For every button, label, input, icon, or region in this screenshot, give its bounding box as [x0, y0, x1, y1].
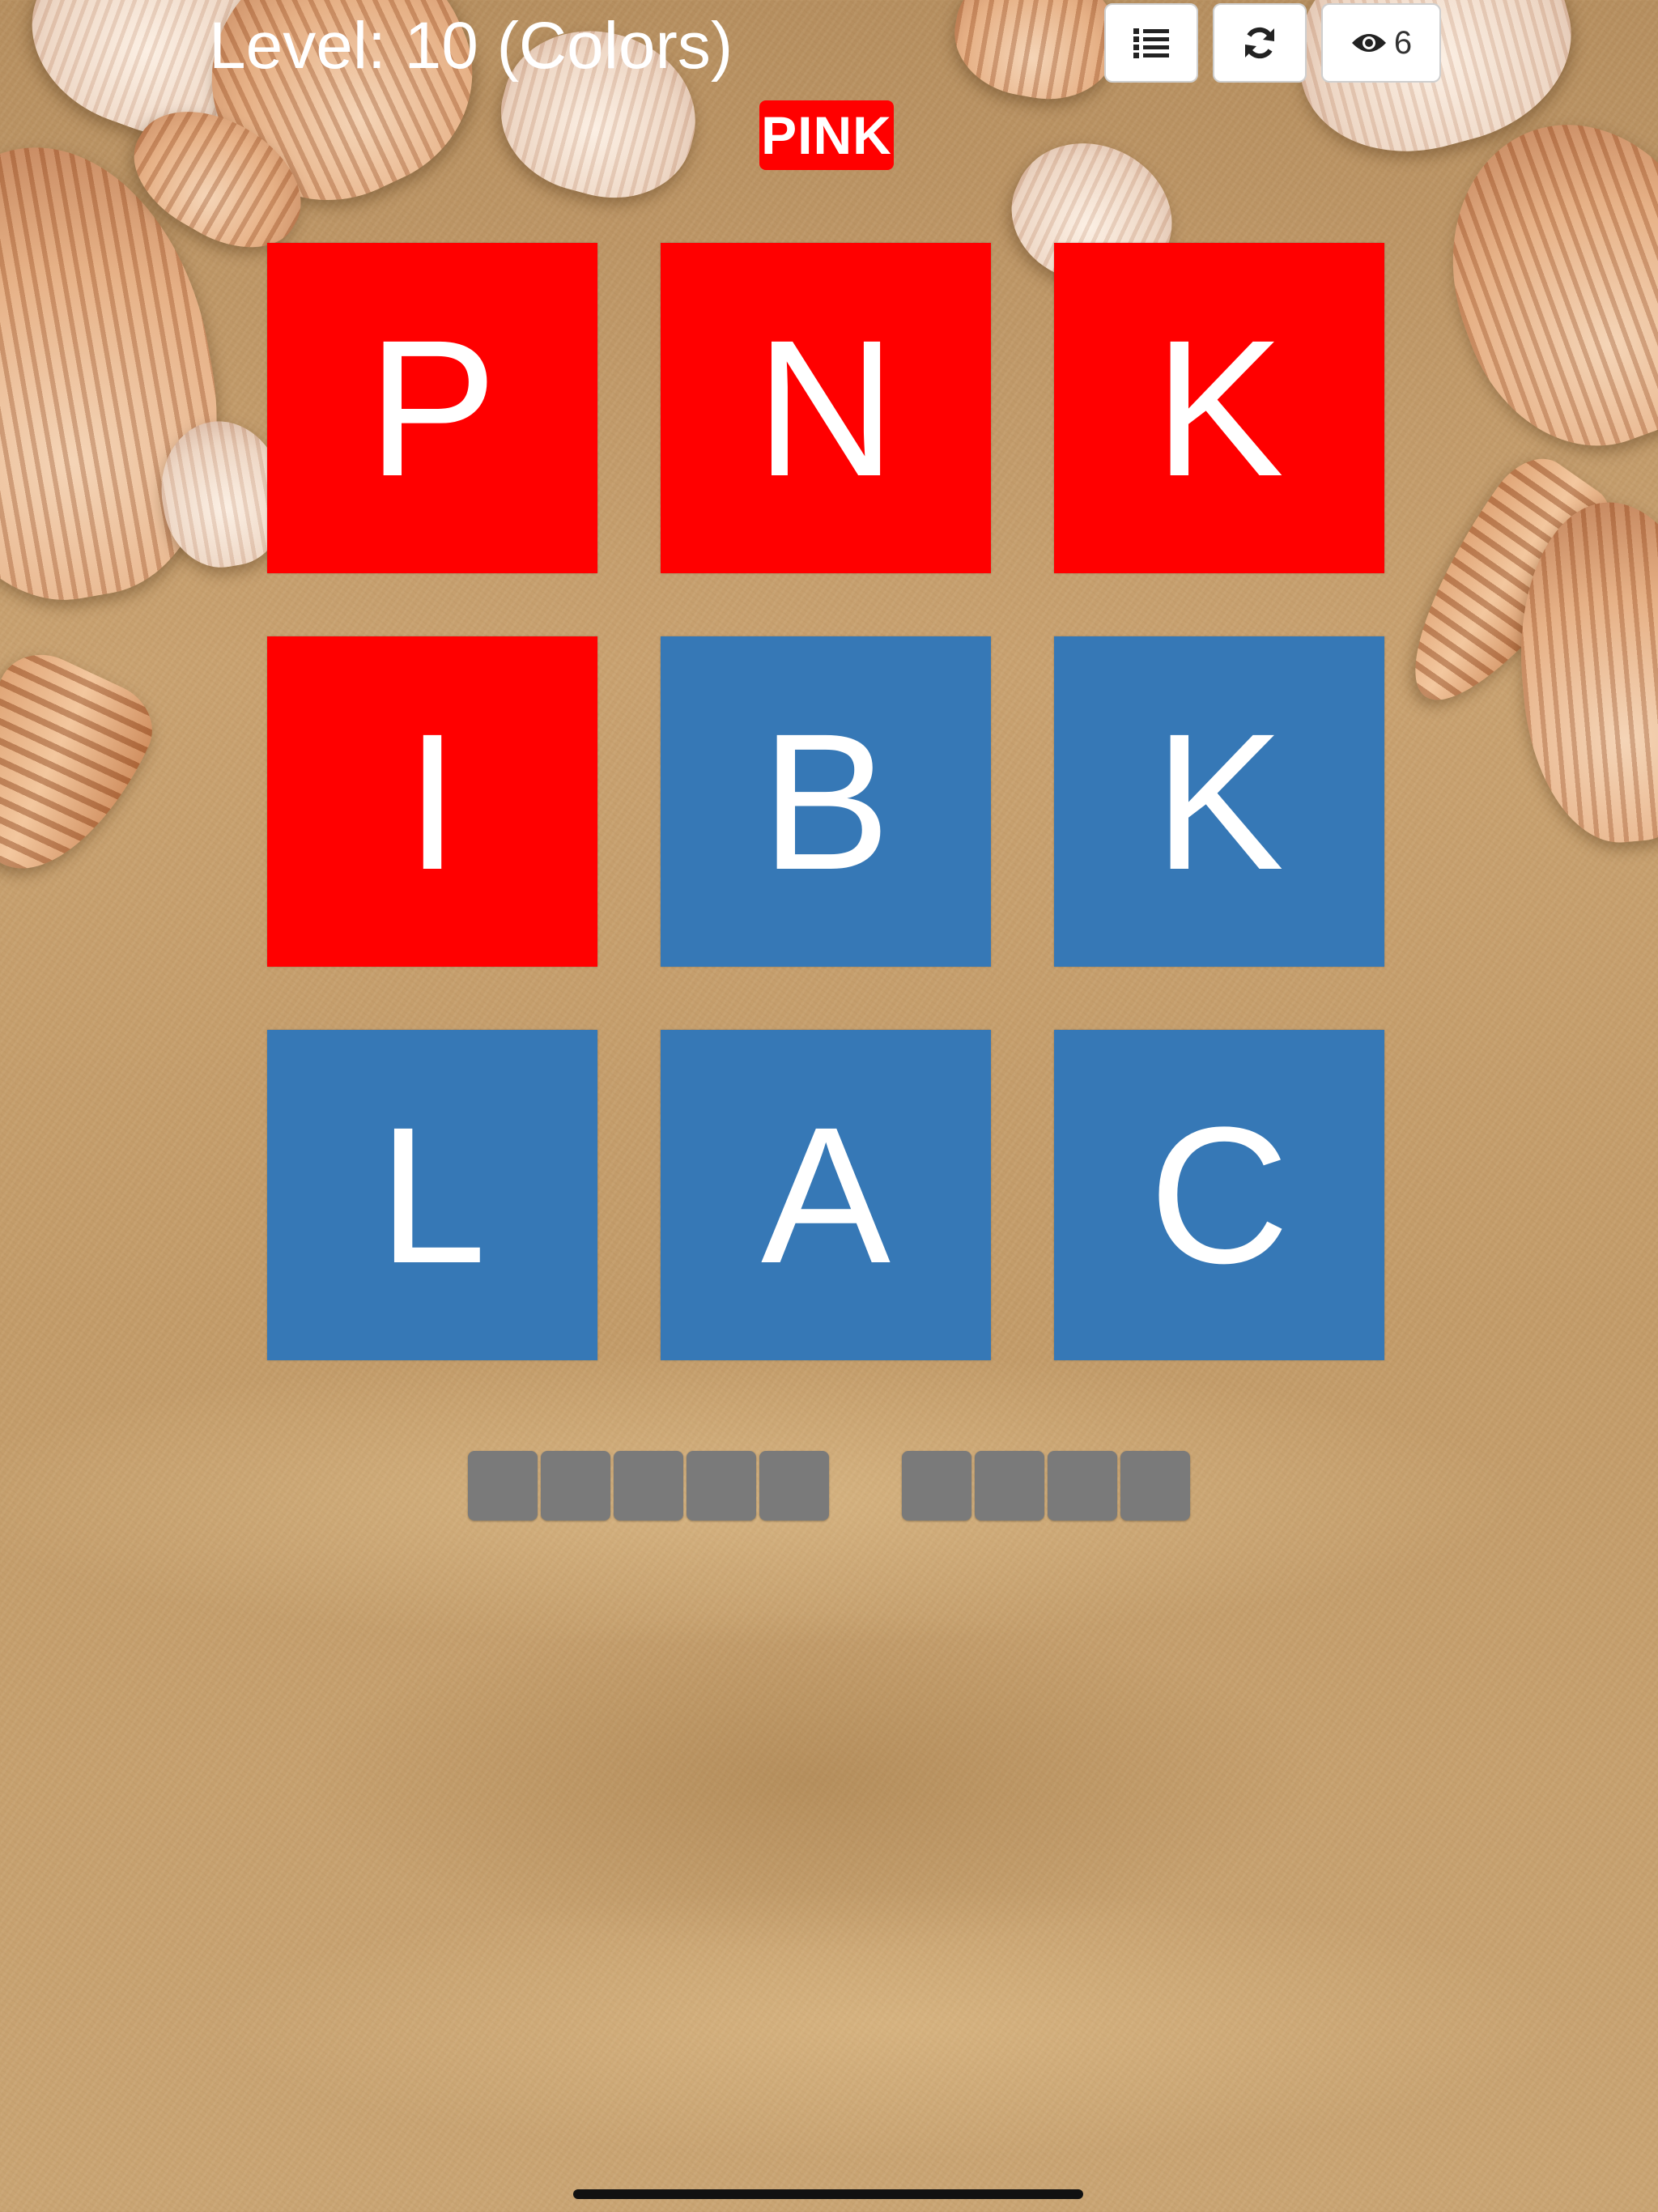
letter-tile[interactable]: I — [267, 636, 597, 967]
list-icon — [1133, 27, 1169, 59]
letter-tile[interactable]: K — [1054, 243, 1384, 573]
answer-slot[interactable] — [1048, 1451, 1117, 1521]
toolbar: 6 — [1104, 3, 1441, 83]
letter-board: PNK IBK LAC — [267, 243, 1384, 1360]
answer-slot[interactable] — [975, 1451, 1044, 1521]
list-button[interactable] — [1104, 3, 1198, 83]
letter-tile[interactable]: K — [1054, 636, 1384, 967]
reveal-count: 6 — [1393, 24, 1413, 61]
answer-slot[interactable] — [759, 1451, 829, 1521]
answer-slot[interactable] — [687, 1451, 756, 1521]
answer-slot[interactable] — [902, 1451, 971, 1521]
answer-slot[interactable] — [1120, 1451, 1190, 1521]
answer-slot[interactable] — [468, 1451, 538, 1521]
eye-icon — [1350, 30, 1388, 56]
letter-tile[interactable]: N — [661, 243, 991, 573]
answer-slots — [0, 1451, 1658, 1522]
hint-badge: PINK — [759, 100, 894, 170]
refresh-button[interactable] — [1213, 3, 1307, 83]
level-title: Level: 10 (Colors) — [209, 9, 733, 83]
letter-tile[interactable]: A — [661, 1030, 991, 1360]
letter-tile[interactable]: P — [267, 243, 597, 573]
reveal-button[interactable]: 6 — [1321, 3, 1441, 83]
home-indicator — [573, 2189, 1083, 2199]
letter-tile[interactable]: C — [1054, 1030, 1384, 1360]
refresh-icon — [1242, 25, 1278, 61]
answer-slot[interactable] — [614, 1451, 683, 1521]
answer-slot[interactable] — [541, 1451, 610, 1521]
letter-tile[interactable]: B — [661, 636, 991, 967]
letter-tile[interactable]: L — [267, 1030, 597, 1360]
